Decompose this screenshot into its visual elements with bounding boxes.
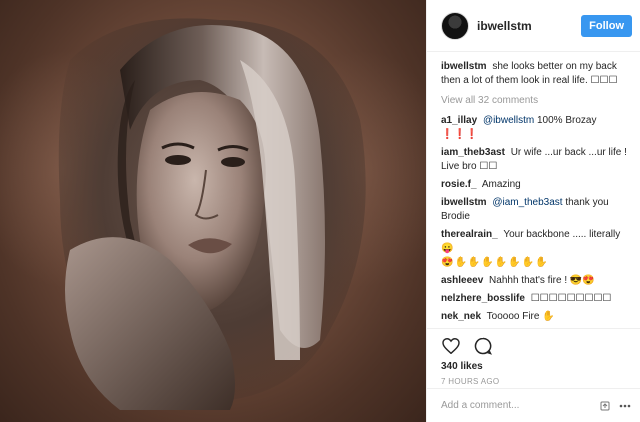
comment-input[interactable] (441, 400, 592, 411)
comment-username[interactable]: nelzhere_bosslife (441, 293, 525, 304)
comment-username[interactable]: rosie.f_ (441, 179, 477, 190)
tattoo-portrait (58, 18, 366, 410)
comment-text: Amazing (481, 179, 521, 190)
comment-username[interactable]: ashleeev (441, 275, 483, 286)
comment-username[interactable]: therealrain_ (441, 229, 498, 240)
avatar[interactable] (441, 11, 469, 40)
comment-icon[interactable] (473, 336, 493, 356)
heart-icon[interactable] (441, 336, 461, 356)
list-item: therealrain_ Your backbone ..... literal… (441, 228, 630, 270)
post-actions: 340 likes 7 HOURS AGO (427, 328, 640, 388)
list-item: ibwellstm @iam_theb3ast thank you Brodie (441, 196, 630, 224)
list-item: ashleeev Nahhh that's fire ! 😎😍 (441, 274, 630, 288)
comment-text: ☐☐☐☐☐☐☐☐☐ (530, 293, 612, 304)
list-item: a1_illay @ibwellstm 100% Brozay ❗❗❗ (441, 114, 630, 142)
comments-list: ibwellstm she looks better on my back th… (427, 52, 640, 328)
caption-username[interactable]: ibwellstm (441, 61, 487, 72)
more-options-icon[interactable] (618, 399, 632, 413)
post-timestamp: 7 HOURS AGO (441, 377, 500, 386)
post-photo[interactable] (0, 0, 426, 422)
comment-mention[interactable]: @iam_theb3ast (492, 197, 562, 208)
comment-emoji-row: 😍✋✋✋✋✋✋✋ (441, 257, 549, 268)
comment-username[interactable]: ibwellstm (441, 197, 487, 208)
post-sidebar: ibwellstm Follow ibwellstm she looks bet… (426, 0, 640, 422)
comment-username[interactable]: nek_nek (441, 311, 481, 322)
list-item: nelzhere_bosslife ☐☐☐☐☐☐☐☐☐ (441, 292, 630, 306)
comment-username[interactable]: iam_theb3ast (441, 147, 505, 158)
comment-text: Nahhh that's fire ! 😎😍 (489, 275, 595, 286)
add-comment-bar (427, 388, 640, 422)
action-icons (441, 335, 626, 357)
comment-mention[interactable]: @ibwellstm (483, 115, 534, 126)
caption: ibwellstm she looks better on my back th… (441, 60, 630, 88)
instagram-post: ibwellstm Follow ibwellstm she looks bet… (0, 0, 640, 422)
likes-count[interactable]: 340 likes (441, 361, 626, 372)
list-item: rosie.f_ Amazing (441, 178, 630, 192)
post-header: ibwellstm Follow (427, 0, 640, 52)
upload-icon[interactable] (598, 399, 612, 413)
list-item: nek_nek Tooooo Fire ✋ (441, 310, 630, 324)
follow-button[interactable]: Follow (581, 14, 632, 37)
list-item: iam_theb3ast Ur wife ...ur back ...ur li… (441, 146, 630, 174)
header-username[interactable]: ibwellstm (477, 19, 581, 33)
comment-username[interactable]: a1_illay (441, 115, 477, 126)
view-all-comments-link[interactable]: View all 32 comments (441, 94, 630, 108)
comment-text: Tooooo Fire ✋ (486, 311, 555, 322)
